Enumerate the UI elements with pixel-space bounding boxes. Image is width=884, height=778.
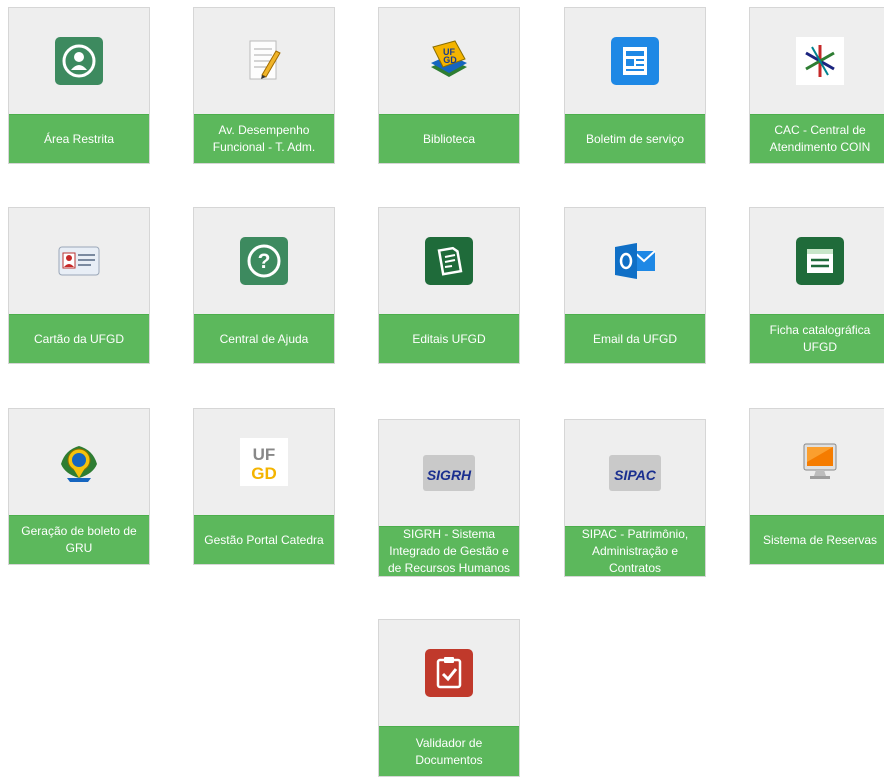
tile-label: CAC - Central de Atendimento COIN	[750, 114, 884, 163]
tile-label: Biblioteca	[379, 114, 519, 163]
tile-label: Cartão da UFGD	[9, 314, 149, 363]
tile-boletim-servico[interactable]: Boletim de serviço	[564, 7, 706, 164]
tile-label: SIPAC - Patrimônio, Administração e Cont…	[565, 526, 705, 576]
ufgd-books-icon: UFGD	[431, 40, 467, 77]
tile-gestao-portal-catedra[interactable]: UF GD Gestão Portal Catedra	[193, 408, 335, 565]
tile-sipac[interactable]: SIPAC SIPAC - Patrimônio, Administração …	[564, 419, 706, 577]
tile-validador-documentos[interactable]: Validador de Documentos	[378, 619, 520, 777]
tile-ficha-catalografica[interactable]: Ficha catalográfica UFGD	[749, 207, 884, 364]
svg-text:SIGRH: SIGRH	[427, 467, 472, 483]
tile-cac[interactable]: CAC - Central de Atendimento COIN	[749, 7, 884, 164]
tile-central-ajuda[interactable]: ? Central de Ajuda	[193, 207, 335, 364]
cac-star-logo-icon	[796, 37, 844, 85]
tile-biblioteca[interactable]: UF GD Biblioteca	[378, 7, 520, 164]
tile-label: Validador de Documentos	[379, 726, 519, 776]
svg-text:?: ?	[258, 250, 271, 273]
tile-sistema-reservas[interactable]: Sistema de Reservas	[749, 408, 884, 565]
tile-label: SIGRH - Sistema Integrado de Gestão e de…	[379, 526, 519, 576]
svg-text:SIPAC: SIPAC	[614, 467, 657, 483]
clipboard-check-icon	[425, 649, 473, 697]
tile-av-desempenho[interactable]: Av. Desempenho Funcional - T. Adm.	[193, 7, 335, 164]
sipac-logo-icon: SIPAC	[609, 455, 661, 491]
tile-label: Gestão Portal Catedra	[194, 515, 334, 564]
svg-text:GD: GD	[251, 464, 277, 483]
tile-boleto-gru[interactable]: Geração de boleto de GRU	[8, 408, 150, 565]
document-edit-icon	[425, 237, 473, 285]
svg-text:UF: UF	[253, 445, 276, 464]
svg-text:GD: GD	[443, 55, 457, 65]
tile-label: Área Restrita	[9, 114, 149, 163]
id-card-icon	[58, 246, 100, 276]
tile-label: Email da UFGD	[565, 314, 705, 363]
tile-label: Ficha catalográfica UFGD	[750, 314, 884, 363]
notepad-pencil-icon	[249, 40, 281, 80]
ufgd-logo-icon: UFGD	[240, 438, 288, 486]
tile-sigrh[interactable]: SIGRH SIGRH - Sistema Integrado de Gestã…	[378, 419, 520, 577]
sigrh-logo-icon: SIGRH	[423, 455, 475, 491]
monitor-icon	[803, 443, 837, 479]
tile-cartao-ufgd[interactable]: Cartão da UFGD	[8, 207, 150, 364]
tile-label: Geração de boleto de GRU	[9, 515, 149, 564]
tile-label: Sistema de Reservas	[750, 515, 884, 564]
catalog-card-icon	[796, 237, 844, 285]
user-circle-icon	[55, 37, 103, 85]
tile-editais-ufgd[interactable]: Editais UFGD	[378, 207, 520, 364]
tile-email-ufgd[interactable]: Email da UFGD	[564, 207, 706, 364]
question-icon: ?	[240, 237, 288, 285]
brazil-coat-of-arms-icon	[61, 446, 97, 482]
tile-label: Boletim de serviço	[565, 114, 705, 163]
tile-label: Av. Desempenho Funcional - T. Adm.	[194, 114, 334, 163]
outlook-icon	[615, 243, 656, 279]
tile-label: Central de Ajuda	[194, 314, 334, 363]
tile-label: Editais UFGD	[379, 314, 519, 363]
newspaper-icon	[611, 37, 659, 85]
tile-area-restrita[interactable]: Área Restrita	[8, 7, 150, 164]
